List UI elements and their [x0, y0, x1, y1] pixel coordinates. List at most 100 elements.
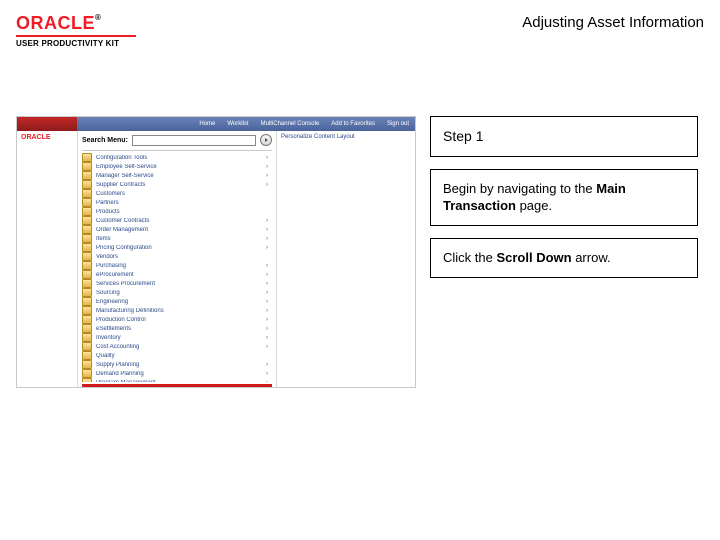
nav-link-worklist[interactable]: Worklist [227, 121, 248, 127]
menu-item[interactable]: Purchasing› [82, 261, 272, 270]
oracle-upk-logo: ORACLE® USER PRODUCTIVITY KIT [16, 14, 136, 48]
menu-item[interactable]: Demand Planning › [82, 369, 272, 378]
menu-item[interactable]: Supply Planning › [82, 360, 272, 369]
nav-link-home[interactable]: Home [199, 121, 215, 127]
menu-column: Search Menu: Configuration Tools›Employe… [78, 131, 276, 387]
folder-icon [82, 171, 92, 180]
chevron-right-icon: › [266, 371, 268, 377]
instruction-box-2: Click the Scroll Down arrow. [430, 238, 698, 278]
search-input[interactable] [132, 135, 256, 146]
menu-item[interactable]: Production Control› [82, 315, 272, 324]
chevron-right-icon: › [266, 281, 268, 287]
menu-item[interactable]: Pricing Configuration› [82, 243, 272, 252]
folder-icon [82, 243, 92, 252]
folder-icon [82, 189, 92, 198]
menu-item[interactable]: Manufacturing Definitions› [82, 306, 272, 315]
menu-item[interactable]: eSettlements › [82, 324, 272, 333]
menu-item[interactable]: Order Management › [82, 225, 272, 234]
menu-item-label: Quality [96, 353, 262, 359]
folder-icon [82, 180, 92, 189]
menu-item-label: Demand Planning [96, 371, 262, 377]
menu-item[interactable]: Quality› [82, 351, 272, 360]
logo-tm: ® [95, 13, 101, 22]
app-topbar: Home Worklist MultiChannel Console Add t… [17, 117, 415, 131]
topbar-nav: Home Worklist MultiChannel Console Add t… [77, 117, 415, 131]
menu-item[interactable]: Manager Self-Service› [82, 171, 272, 180]
folder-icon [82, 378, 92, 382]
menu-item-label: Customers [96, 191, 262, 197]
menu-item-label: Services Procurement [96, 281, 262, 287]
nav-link-signout[interactable]: Sign out [387, 121, 409, 127]
menu-item[interactable]: Customer Contracts› [82, 216, 272, 225]
search-label: Search Menu: [82, 137, 128, 144]
folder-icon [82, 162, 92, 171]
menu-item[interactable]: Supplier Contracts› [82, 180, 272, 189]
folder-icon [82, 234, 92, 243]
menu-item[interactable]: Cost Accounting› [82, 342, 272, 351]
chevron-right-icon: › [266, 317, 268, 323]
menu-item-label: Supply Planning [96, 362, 262, 368]
chevron-right-icon: › [266, 335, 268, 341]
page-title: Adjusting Asset Information [522, 14, 704, 31]
menu-divider [82, 150, 272, 151]
instr2-bold: Scroll Down [496, 250, 571, 265]
personalize-link[interactable]: Personalize Content Layout [281, 134, 411, 140]
chevron-right-icon: › [266, 218, 268, 224]
chevron-right-icon: › [266, 326, 268, 332]
menu-item[interactable]: Products› [82, 207, 272, 216]
instr1-part-c: page. [516, 198, 552, 213]
menu-item-label: Pricing Configuration [96, 245, 262, 251]
chevron-right-icon: › [266, 299, 268, 305]
menu-item[interactable]: eProcurement› [82, 270, 272, 279]
chevron-right-icon: › [266, 155, 268, 161]
topbar-brand-strip [17, 117, 77, 131]
menu-item-label: Products [96, 209, 262, 215]
menu-item[interactable]: Engineering› [82, 297, 272, 306]
chevron-right-icon: › [266, 308, 268, 314]
menu-item-label: Vendors [96, 254, 262, 260]
scroll-down-highlight[interactable] [82, 384, 272, 387]
folder-icon [82, 369, 92, 378]
menu-item[interactable]: Customers› [82, 189, 272, 198]
menu-item[interactable]: Services Procurement › [82, 279, 272, 288]
folder-icon [82, 270, 92, 279]
menu-item-label: Sourcing [96, 290, 262, 296]
logo-word-text: ORACLE [16, 13, 95, 33]
instr2-part-c: arrow. [572, 250, 611, 265]
folder-icon [82, 306, 92, 315]
folder-icon [82, 342, 92, 351]
chevron-right-icon: › [266, 236, 268, 242]
menu-item[interactable]: Items › [82, 234, 272, 243]
menu-item[interactable]: Employee Self-Service› [82, 162, 272, 171]
menu-item-label: Purchasing [96, 263, 262, 269]
step-label: Step 1 [443, 128, 483, 144]
nav-link-favorites[interactable]: Add to Favorites [331, 121, 375, 127]
menu-item[interactable]: Inventory› [82, 333, 272, 342]
menu-item-label: Manager Self-Service [96, 173, 262, 179]
folder-icon [82, 261, 92, 270]
menu-item-label: eSettlements [96, 326, 262, 332]
folder-icon [82, 333, 92, 342]
nav-link-multichannel[interactable]: MultiChannel Console [261, 121, 320, 127]
folder-icon [82, 297, 92, 306]
menu-item[interactable]: Partners› [82, 198, 272, 207]
search-go-icon[interactable] [260, 134, 272, 146]
folder-icon [82, 315, 92, 324]
menu-item-label: Order Management [96, 227, 262, 233]
instruction-box-1: Begin by navigating to the Main Transact… [430, 169, 698, 226]
app-screenshot: Home Worklist MultiChannel Console Add t… [16, 116, 416, 388]
search-row: Search Menu: [82, 133, 272, 147]
instr2-part-a: Click the [443, 250, 496, 265]
chevron-right-icon: › [266, 227, 268, 233]
folder-icon [82, 153, 92, 162]
menu-item-label: Employee Self-Service [96, 164, 262, 170]
menu-item[interactable]: Configuration Tools› [82, 153, 272, 162]
folder-icon [82, 324, 92, 333]
menu-item[interactable]: Sourcing› [82, 288, 272, 297]
folder-icon [82, 360, 92, 369]
chevron-right-icon: › [266, 344, 268, 350]
menu-item[interactable]: Program Management› [82, 378, 272, 382]
chevron-right-icon: › [266, 362, 268, 368]
menu-item-label: Items [96, 236, 262, 242]
menu-item[interactable]: Vendors› [82, 252, 272, 261]
